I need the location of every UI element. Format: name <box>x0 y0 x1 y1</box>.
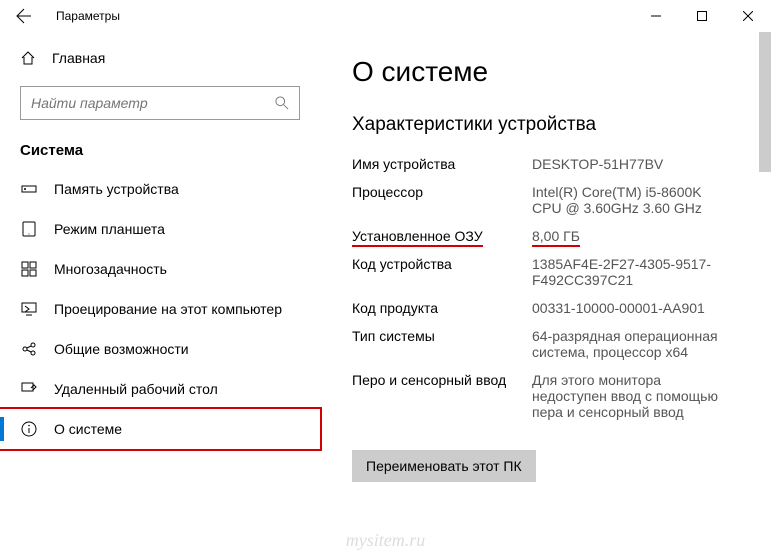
spec-system-type: Тип системы 64-разрядная операционная си… <box>352 328 739 360</box>
search-icon <box>275 96 289 110</box>
spec-value: Intel(R) Core(TM) i5-8600K CPU @ 3.60GHz… <box>532 184 732 216</box>
close-button[interactable] <box>725 0 771 32</box>
spec-ram: Установленное ОЗУ 8,00 ГБ <box>352 228 739 244</box>
main-panel: О системе Характеристики устройства Имя … <box>320 32 771 557</box>
sidebar-item-remote[interactable]: Удаленный рабочий стол <box>0 369 320 409</box>
sidebar: Главная Система Память устройства Режим … <box>0 32 320 557</box>
nav-label: Проецирование на этот компьютер <box>54 301 282 317</box>
spec-value: 64-разрядная операционная система, проце… <box>532 328 732 360</box>
back-arrow-icon <box>16 8 32 24</box>
spec-pen-touch: Перо и сенсорный ввод Для этого монитора… <box>352 372 739 420</box>
maximize-button[interactable] <box>679 0 725 32</box>
section-title: Характеристики устройства <box>352 114 739 136</box>
spec-device-name: Имя устройства DESKTOP-51H77BV <box>352 156 739 172</box>
nav-label: Память устройства <box>54 181 179 197</box>
nav-label: Многозадачность <box>54 261 167 277</box>
spec-label: Код продукта <box>352 300 532 316</box>
page-title: О системе <box>352 56 739 88</box>
sidebar-item-shared[interactable]: Общие возможности <box>0 329 320 369</box>
info-icon <box>20 420 38 438</box>
search-input[interactable] <box>31 95 275 111</box>
remote-icon <box>20 380 38 398</box>
sidebar-item-tablet[interactable]: Режим планшета <box>0 209 320 249</box>
nav-label: Общие возможности <box>54 341 189 357</box>
close-icon <box>743 11 753 21</box>
sidebar-item-storage[interactable]: Память устройства <box>0 169 320 209</box>
scrollbar[interactable] <box>759 32 771 172</box>
spec-label: Тип системы <box>352 328 532 360</box>
back-button[interactable] <box>8 0 40 32</box>
watermark: mysitem.ru <box>346 530 426 551</box>
spec-processor: Процессор Intel(R) Core(TM) i5-8600K CPU… <box>352 184 739 216</box>
sidebar-item-projecting[interactable]: Проецирование на этот компьютер <box>0 289 320 329</box>
spec-label: Имя устройства <box>352 156 532 172</box>
projecting-icon <box>20 300 38 318</box>
section-header: Система <box>0 134 320 169</box>
nav-label: Удаленный рабочий стол <box>54 381 218 397</box>
spec-label: Перо и сенсорный ввод <box>352 372 532 420</box>
spec-label: Процессор <box>352 184 532 216</box>
spec-label: Установленное ОЗУ <box>352 228 532 244</box>
minimize-icon <box>651 11 661 21</box>
home-link[interactable]: Главная <box>0 40 320 76</box>
storage-icon <box>20 180 38 198</box>
tablet-icon <box>20 220 38 238</box>
spec-value: Для этого монитора недоступен ввод с пом… <box>532 372 732 420</box>
home-label: Главная <box>52 50 105 66</box>
multitasking-icon <box>20 260 38 278</box>
maximize-icon <box>697 11 707 21</box>
spec-label: Код устройства <box>352 256 532 288</box>
window-controls <box>633 0 771 32</box>
window-title: Параметры <box>56 9 120 23</box>
titlebar: Параметры <box>0 0 771 32</box>
shared-icon <box>20 340 38 358</box>
spec-value: 00331-10000-00001-AA901 <box>532 300 705 316</box>
minimize-button[interactable] <box>633 0 679 32</box>
sidebar-item-multitasking[interactable]: Многозадачность <box>0 249 320 289</box>
spec-product-id: Код продукта 00331-10000-00001-AA901 <box>352 300 739 316</box>
home-icon <box>20 50 36 66</box>
nav-label: О системе <box>54 421 122 437</box>
search-box[interactable] <box>20 86 300 120</box>
spec-value: DESKTOP-51H77BV <box>532 156 663 172</box>
rename-pc-button[interactable]: Переименовать этот ПК <box>352 450 536 482</box>
nav-label: Режим планшета <box>54 221 165 237</box>
spec-device-id: Код устройства 1385AF4E-2F27-4305-9517-F… <box>352 256 739 288</box>
spec-value: 1385AF4E-2F27-4305-9517-F492CC397C21 <box>532 256 732 288</box>
sidebar-item-about[interactable]: О системе <box>0 409 320 449</box>
spec-value: 8,00 ГБ <box>532 228 580 244</box>
